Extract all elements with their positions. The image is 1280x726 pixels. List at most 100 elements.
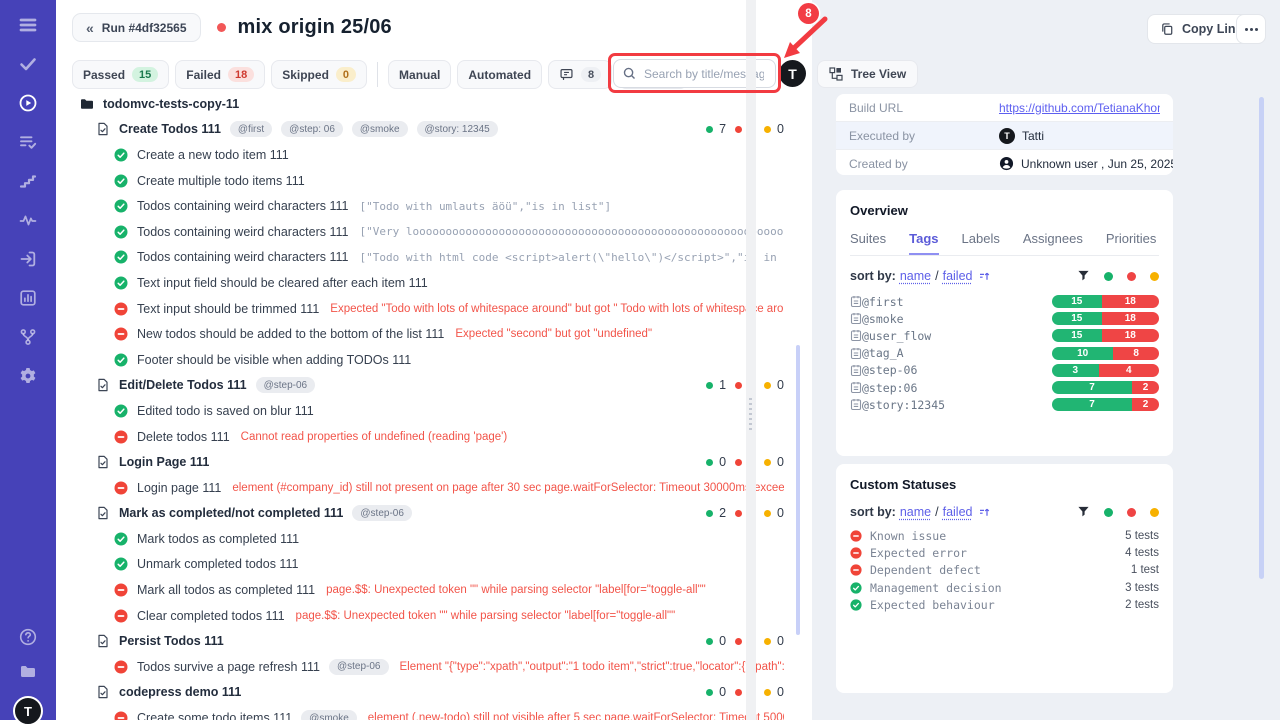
tree-test-row[interactable]: Create multiple todo items 111	[56, 168, 796, 194]
test-failed-icon	[114, 609, 128, 623]
tree-test-row[interactable]: Footer should be visible when adding TOD…	[56, 347, 796, 373]
sort-by-failed-link[interactable]: failed	[943, 269, 973, 283]
import-icon[interactable]	[17, 248, 39, 270]
green-filter-dot[interactable]	[1104, 508, 1113, 517]
tree-test-row[interactable]: Clear completed todos 111page.$$: Unexpe…	[56, 603, 796, 629]
tab-labels[interactable]: Labels	[962, 231, 1000, 255]
test-tag-chip[interactable]: @smoke	[352, 121, 408, 137]
tag-row[interactable]: @smoke1518	[850, 310, 1159, 327]
tree-test-row[interactable]: Mark todos as completed 111	[56, 526, 796, 552]
sort-direction-icon[interactable]	[979, 271, 990, 282]
yellow-filter-dot[interactable]	[1150, 272, 1159, 281]
tab-suites[interactable]: Suites	[850, 231, 886, 255]
panel-scrollbar[interactable]	[1259, 97, 1264, 579]
tag-row[interactable]: @first1518	[850, 293, 1159, 310]
steps-icon[interactable]	[17, 170, 39, 192]
tree-test-row[interactable]: Edited todo is saved on blur 111	[56, 398, 796, 424]
tab-assignees[interactable]: Assignees	[1023, 231, 1083, 255]
test-tag-chip[interactable]: @step-06	[352, 505, 412, 521]
tree-test-row[interactable]: Text input should be trimmed 111Expected…	[56, 296, 796, 322]
custom-status-row[interactable]: Expected behaviour2 tests	[850, 597, 1159, 614]
tag-name: @step-06	[862, 363, 917, 377]
green-filter-dot[interactable]	[1104, 272, 1113, 281]
test-tag-chip[interactable]: @smoke	[301, 710, 357, 720]
tag-row[interactable]: @tag_A108	[850, 345, 1159, 362]
tree-scrollbar[interactable]	[796, 345, 800, 635]
list-check-icon[interactable]	[17, 131, 39, 153]
tree-suite-row[interactable]: Mark as completed/not completed 111@step…	[56, 501, 796, 527]
more-options-button[interactable]	[1236, 14, 1266, 44]
filter-failed[interactable]: Failed 18	[175, 60, 265, 89]
tab-priorities[interactable]: Priorities	[1106, 231, 1157, 255]
filter-skipped[interactable]: Skipped 0	[271, 60, 367, 89]
test-tag-chip[interactable]: @step: 06	[281, 121, 343, 137]
panel-splitter[interactable]	[746, 0, 756, 720]
tree-test-row[interactable]: Todos containing weird characters 111["T…	[56, 193, 796, 219]
funnel-filter-icon[interactable]	[1077, 506, 1090, 518]
test-failed-icon	[114, 583, 128, 597]
tree-view-button[interactable]: Tree View	[817, 60, 918, 88]
yellow-filter-dot[interactable]	[1150, 508, 1159, 517]
tree-suite-row[interactable]: Persist Todos 111010	[56, 628, 796, 654]
sort-by-failed-link[interactable]: failed	[943, 505, 973, 519]
tree-test-row[interactable]: Login page 111element (#company_id) stil…	[56, 475, 796, 501]
tree-test-row[interactable]: Todos survive a page refresh 111@step-06…	[56, 654, 796, 680]
test-label: Todos containing weird characters 111	[137, 250, 348, 264]
menu-icon[interactable]	[17, 14, 39, 36]
tree-test-row[interactable]: Create some todo items 111@smokeelement …	[56, 705, 796, 720]
funnel-filter-icon[interactable]	[1077, 270, 1090, 282]
custom-status-row[interactable]: Known issue5 tests	[850, 527, 1159, 544]
tree-test-row[interactable]: Todos containing weird characters 111["V…	[56, 219, 796, 245]
folder-icon[interactable]	[17, 661, 39, 683]
test-tag-chip[interactable]: @step-06	[329, 659, 389, 675]
tree-suite-row[interactable]: Login Page 111010	[56, 449, 796, 475]
custom-status-row[interactable]: Dependent defect1 test	[850, 562, 1159, 579]
test-tag-chip[interactable]: @story: 12345	[417, 121, 498, 137]
check-icon[interactable]	[17, 53, 39, 75]
tag-row[interactable]: @step-0634	[850, 362, 1159, 379]
tag-row[interactable]: @user_flow1518	[850, 327, 1159, 344]
tree-test-row[interactable]: Todos containing weird characters 111["T…	[56, 245, 796, 271]
tree-test-row[interactable]: New todos should be added to the bottom …	[56, 321, 796, 347]
tag-row[interactable]: @step:0672	[850, 379, 1159, 396]
sort-direction-icon[interactable]	[979, 507, 990, 518]
tree-suite-row[interactable]: codepress demo 111010	[56, 680, 796, 706]
custom-status-row[interactable]: Management decision3 tests	[850, 579, 1159, 596]
tree-test-row[interactable]: Delete todos 111Cannot read properties o…	[56, 424, 796, 450]
play-circle-icon[interactable]	[17, 92, 39, 114]
count-passed: 0	[706, 455, 726, 469]
branch-icon[interactable]	[17, 326, 39, 348]
sort-by-name-link[interactable]: name	[900, 269, 931, 283]
test-tag-chip[interactable]: @first	[230, 121, 272, 137]
executor-name: Tatti	[1022, 129, 1044, 143]
tag-row[interactable]: @story:1234572	[850, 396, 1159, 413]
tree-suite-row[interactable]: Create Todos 111@first@step: 06@smoke@st…	[56, 117, 796, 143]
tab-tags[interactable]: Tags	[909, 231, 938, 255]
tree-folder-row[interactable]: todomvc-tests-copy-11	[56, 91, 796, 117]
sort-by-name-link[interactable]: name	[900, 505, 931, 519]
custom-status-list: Known issue5 testsExpected error4 testsD…	[850, 527, 1159, 614]
gear-icon[interactable]	[17, 365, 39, 387]
help-icon[interactable]	[17, 626, 39, 648]
tree-suite-row[interactable]: Edit/Delete Todos 111@step-06110	[56, 373, 796, 399]
custom-status-row[interactable]: Expected error4 tests	[850, 544, 1159, 561]
tree-test-row[interactable]: Unmark completed todos 111	[56, 552, 796, 578]
filter-manual[interactable]: Manual	[388, 60, 451, 89]
red-filter-dot[interactable]	[1127, 272, 1136, 281]
user-avatar[interactable]: T	[13, 696, 43, 726]
tree-test-row[interactable]: Mark all todos as completed 111page.$$: …	[56, 577, 796, 603]
passed-count: 0	[719, 455, 726, 469]
back-to-run-button[interactable]: « Run #4df32565	[72, 13, 201, 42]
build-url-link[interactable]: https://github.com/TetianaKhomenko/Load-…	[999, 101, 1160, 115]
failed-dot	[735, 689, 742, 696]
filter-comments[interactable]: 8	[548, 60, 612, 89]
analytics-icon[interactable]	[17, 287, 39, 309]
pulse-icon[interactable]	[17, 209, 39, 231]
filter-passed[interactable]: Passed 15	[72, 60, 169, 89]
tree-test-row[interactable]: Create a new todo item 111	[56, 142, 796, 168]
filter-automated[interactable]: Automated	[457, 60, 542, 89]
tree-test-row[interactable]: Text input field should be cleared after…	[56, 270, 796, 296]
test-tag-chip[interactable]: @step-06	[256, 377, 316, 393]
current-user-avatar[interactable]: T	[779, 60, 806, 87]
red-filter-dot[interactable]	[1127, 508, 1136, 517]
